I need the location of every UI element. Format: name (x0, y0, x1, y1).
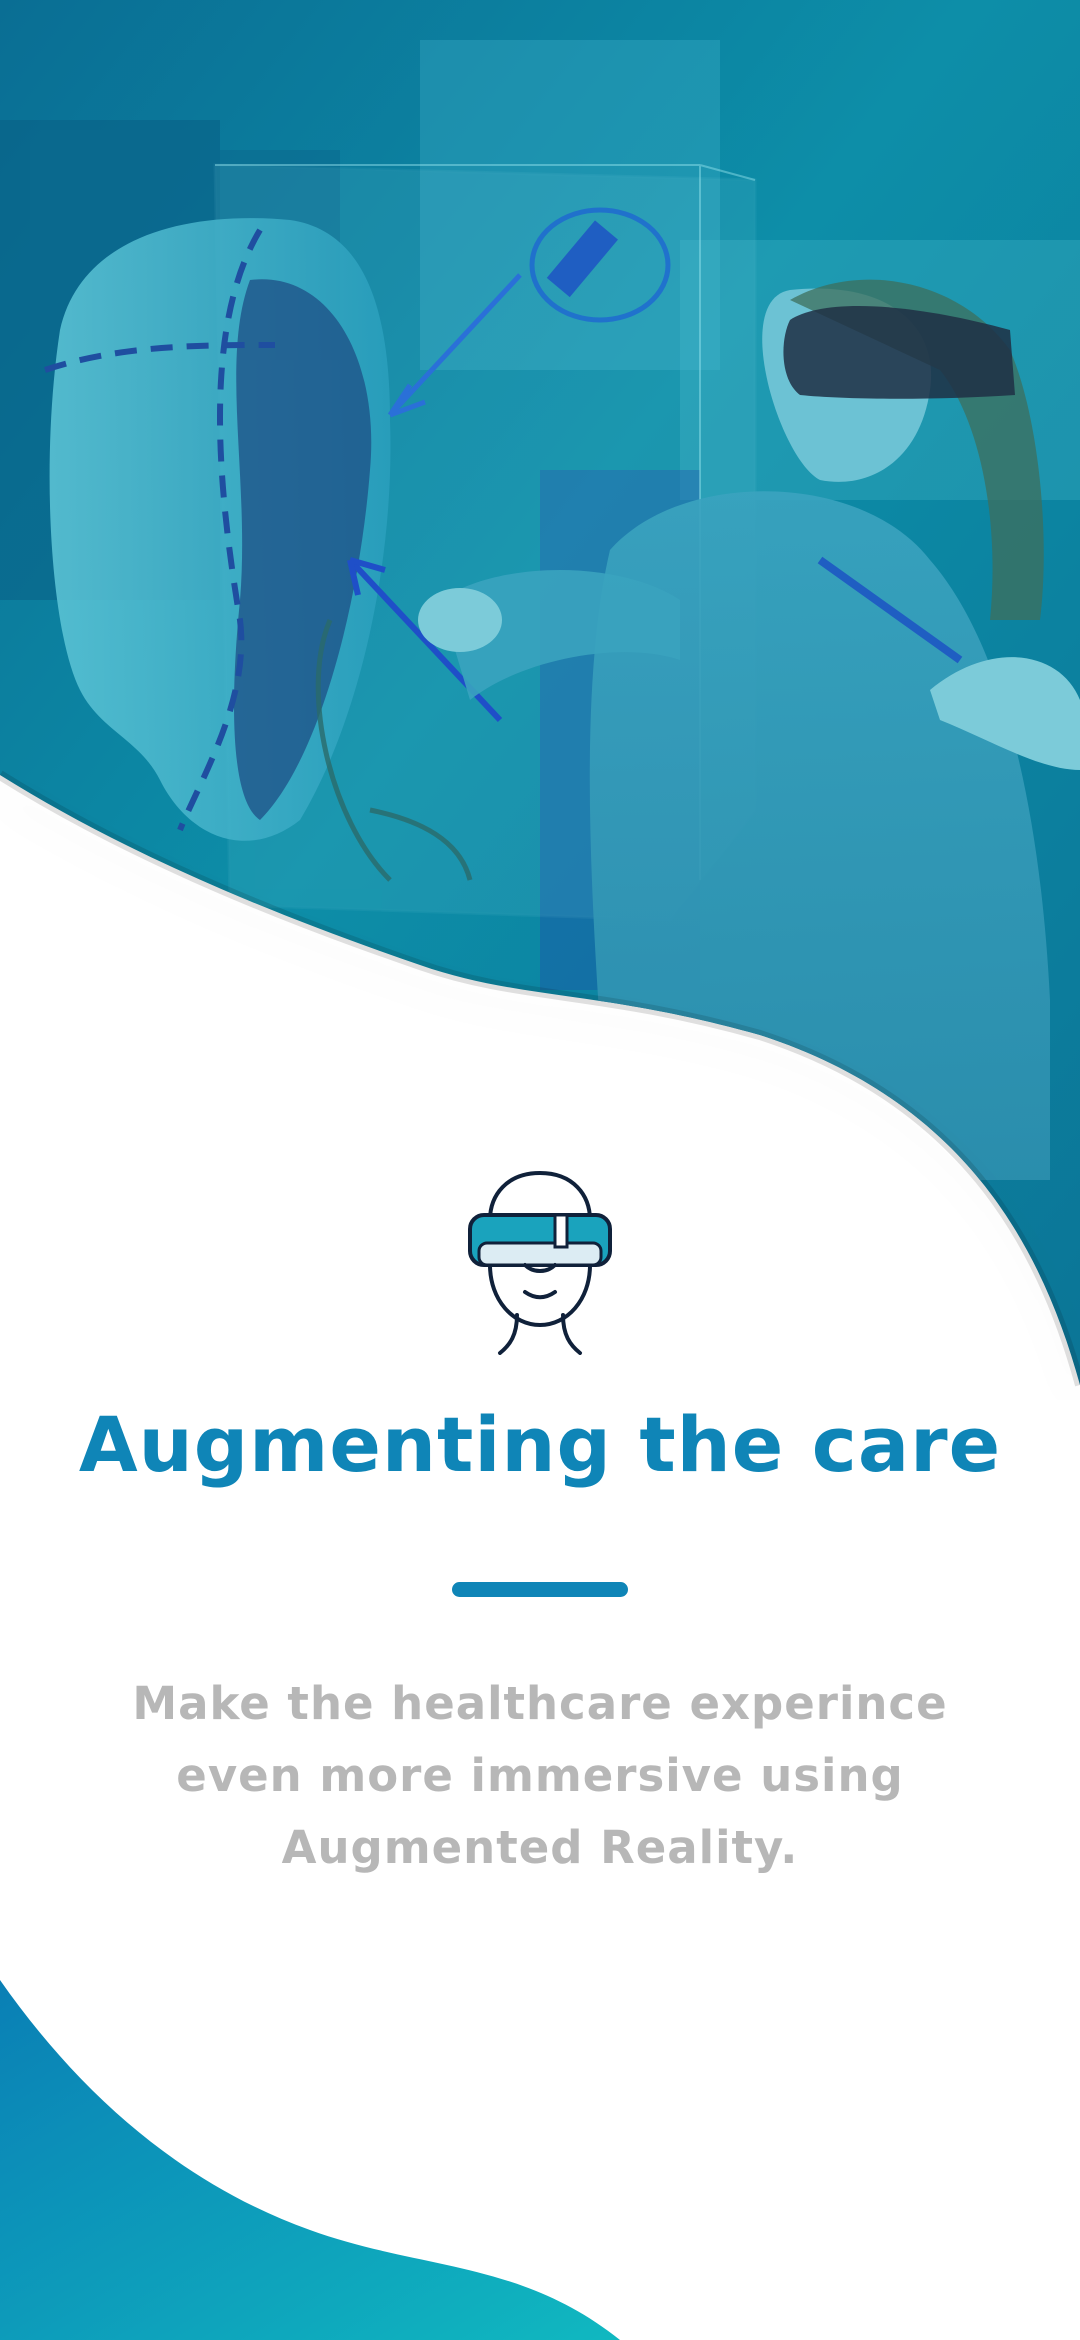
vr-headset-icon (465, 1165, 615, 1355)
footer-wave (0, 1980, 1080, 2340)
page-title: Augmenting the care (78, 1400, 1002, 1489)
description-text: Make the healthcare experince even more … (132, 1677, 948, 1874)
title-divider (452, 1582, 628, 1597)
